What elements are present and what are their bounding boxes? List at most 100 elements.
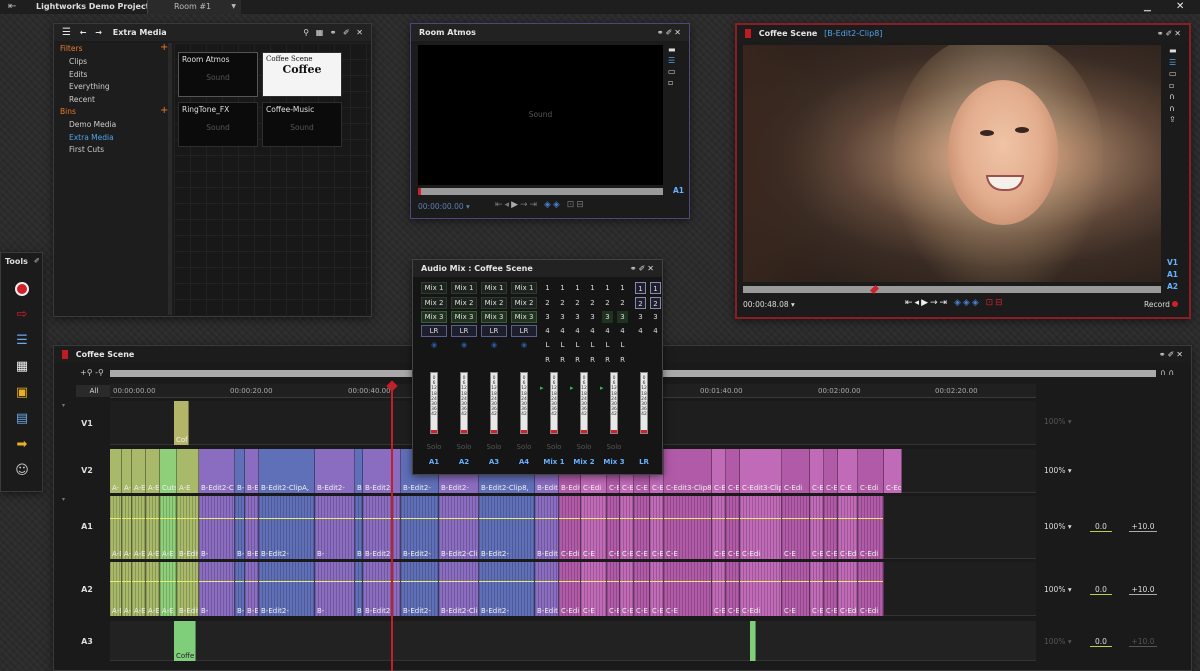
timeline-clip[interactable]: B-Edit2- [363, 496, 401, 559]
timeline-clip[interactable]: C-Edit3-ClipA, [740, 449, 782, 493]
timeline-clip[interactable]: B- [315, 562, 355, 616]
volume-fader[interactable]: 0 6 12 18 24 30 36 42 [550, 372, 558, 434]
audio-icon[interactable]: ∩ [1169, 91, 1183, 103]
bin-first-cuts[interactable]: First Cuts [69, 144, 104, 157]
mark-out-icon[interactable]: ◈ [963, 298, 972, 308]
bus-number[interactable]: 4 [572, 325, 583, 337]
track-a2[interactable]: A2 [1167, 281, 1187, 293]
timeline-clip[interactable]: A-E [177, 449, 199, 493]
track-a1[interactable]: A1 [1167, 269, 1187, 281]
record-button[interactable]: Record [1144, 300, 1179, 309]
timeline-clip[interactable]: B-E [245, 449, 259, 493]
filter-clips[interactable]: Clips [69, 56, 87, 69]
bus-number[interactable]: 4 [617, 325, 628, 337]
timeline-clip[interactable]: B-Edit2-Cli [535, 562, 559, 616]
playhead-marker[interactable] [870, 285, 879, 294]
close-icon[interactable]: ✕ [1176, 0, 1184, 14]
insert-icon[interactable]: ⊡ [986, 298, 996, 308]
lane-a3[interactable]: Coffe [110, 621, 1036, 661]
bus-number[interactable]: 2 [587, 297, 598, 309]
volume-fader[interactable]: 0 6 12 18 24 30 36 42 [490, 372, 498, 434]
audio-toggle-icon[interactable]: ∩ ∩ [1160, 368, 1174, 377]
import-icon[interactable]: ⇨ [11, 305, 33, 325]
track-header-a1[interactable]: A1 [62, 522, 112, 531]
timeline-clip[interactable]: C-E [712, 496, 726, 559]
timeline-clip[interactable]: C-E [782, 562, 810, 616]
timeline-clip[interactable]: C-E [581, 496, 607, 559]
close-icon[interactable]: ✕ [647, 264, 656, 273]
bus-number[interactable]: 1 [572, 282, 583, 294]
timeline-clip[interactable]: C-Edi [838, 562, 858, 616]
folder-icon[interactable]: ▬ [1169, 45, 1183, 57]
mark-out-icon[interactable]: ◈ [553, 200, 562, 210]
timeline-clip[interactable]: B-Edit2- [315, 449, 355, 493]
go-end-icon[interactable]: ⇥ [940, 298, 950, 308]
timeline-clip[interactable]: C-Edi [559, 496, 581, 559]
bus-number[interactable]: 3 [557, 311, 568, 323]
timeline-clip[interactable]: A-E [132, 496, 146, 559]
bin-extra-media[interactable]: Extra Media [69, 132, 114, 145]
timeline-icon[interactable]: ☰ [11, 331, 33, 351]
timeline-clip[interactable]: C-E [712, 449, 726, 493]
mix-route-button[interactable]: Mix 2 [481, 296, 507, 309]
timeline-clip[interactable]: B-Edit2- [259, 496, 315, 559]
volume-fader[interactable]: 0 6 12 18 24 30 36 42 [640, 372, 648, 434]
timeline-clip[interactable]: B-Edit2- [401, 562, 439, 616]
link-icon[interactable]: ⚭ [1157, 29, 1166, 38]
close-icon[interactable]: ✕ [1174, 29, 1183, 38]
clip-a3[interactable]: Coffe [174, 621, 196, 661]
timeline-clip[interactable]: C-Edi [884, 449, 902, 493]
minimize-icon[interactable]: ▁ [1144, 0, 1151, 14]
bus-number[interactable]: 4 [650, 325, 661, 337]
gain-a1-left[interactable]: 0.0 [1090, 522, 1112, 532]
level-a2[interactable]: 100% ▾ [1044, 585, 1072, 594]
timeline-clip[interactable]: C-E [634, 496, 650, 559]
mark-in-icon[interactable]: ◈ [954, 298, 963, 308]
folder-icon[interactable]: ▬ [668, 44, 682, 55]
bus-number[interactable]: 1 [635, 282, 646, 294]
waveform-icon[interactable]: ∩ [1169, 103, 1183, 115]
timeline-clip[interactable]: A-E [122, 449, 132, 493]
timeline-clip[interactable]: C-Edit3-Clip8, [664, 449, 712, 493]
zoom-controls[interactable]: +⚲ -⚲ [80, 368, 104, 377]
gain-a3-right[interactable]: +10.0 [1129, 637, 1157, 647]
gain-a1-right[interactable]: +10.0 [1129, 522, 1157, 532]
list-icon[interactable]: ☰ [1169, 57, 1183, 69]
users-icon[interactable]: ☺ [11, 461, 33, 481]
collapse-video-icon[interactable]: ▾ [62, 402, 65, 409]
mix-route-button[interactable]: Mix 3 [481, 311, 507, 323]
bus-number[interactable]: 4 [542, 325, 553, 337]
timeline-clip[interactable]: C-E [824, 449, 838, 493]
pan-knob-icon[interactable]: ◉ [491, 341, 497, 349]
timeline-clip[interactable]: A-E [160, 562, 177, 616]
bus-number[interactable]: 4 [557, 325, 568, 337]
bus-number[interactable]: 2 [617, 297, 628, 309]
bus-number[interactable]: 3 [572, 311, 583, 323]
sidebar-splitter[interactable] [168, 43, 172, 315]
timecode[interactable]: 00:00:48.08 ▾ [743, 300, 795, 309]
track-header-a3[interactable]: A3 [62, 637, 112, 646]
timeline-clip[interactable]: B-Edit2- [363, 449, 401, 493]
timeline-clip[interactable]: A-Ed [146, 496, 160, 559]
playhead-marker[interactable] [418, 188, 421, 195]
level-a3[interactable]: 100% ▾ [1044, 637, 1072, 646]
step-forward-icon[interactable]: → [520, 200, 530, 210]
timeline-clip[interactable]: A-Ed [146, 562, 160, 616]
timeline-clip[interactable]: A-E [132, 449, 146, 493]
mix-route-button[interactable]: Mix 2 [421, 296, 447, 309]
timeline-clip[interactable]: C-Edit3-ClipA, E [726, 496, 740, 559]
timecode[interactable]: 00:00:00.00 ▾ [418, 202, 470, 211]
go-end-icon[interactable]: ⇥ [530, 200, 540, 210]
solo-button[interactable]: Solo [422, 443, 446, 451]
mix-route-button[interactable]: Mix 3 [451, 311, 477, 323]
bus-number[interactable]: 3 [635, 311, 646, 323]
timeline-clip[interactable]: C-E [810, 496, 824, 559]
timeline-clip[interactable]: B-Edit2- [355, 496, 363, 559]
timeline-clip[interactable]: C-E [634, 562, 650, 616]
timeline-clip[interactable]: B-E [235, 496, 245, 559]
exit-icon[interactable]: ⇤ [8, 0, 16, 14]
bus-number[interactable]: 2 [635, 296, 646, 309]
timeline-clip[interactable]: C-E [607, 496, 620, 559]
level-v1[interactable]: 100% ▾ [1044, 417, 1072, 426]
grid-view-icon[interactable]: ▦ [316, 28, 326, 37]
